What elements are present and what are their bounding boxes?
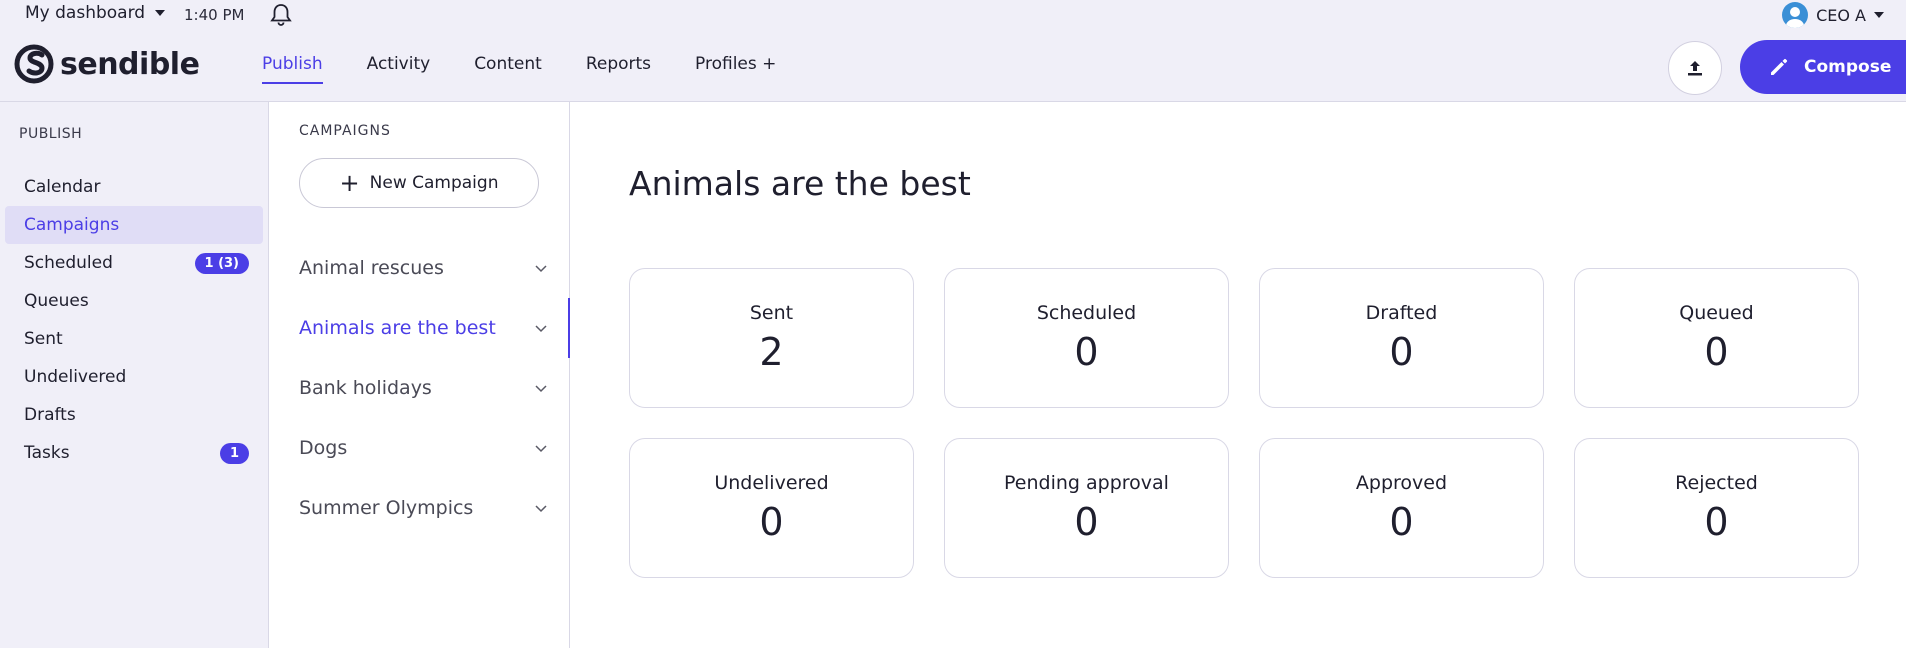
campaign-label: Dogs — [299, 437, 348, 459]
sidebar-list: Calendar Campaigns Scheduled 1 (3) Queues… — [5, 168, 263, 472]
stat-label: Sent — [749, 302, 794, 324]
sidebar-item-label: Calendar — [24, 177, 101, 197]
chevron-down-icon — [535, 265, 547, 273]
campaign-item[interactable]: Animal rescues — [269, 238, 570, 298]
dashboard-selector[interactable]: My dashboard — [25, 3, 166, 23]
new-campaign-button[interactable]: + New Campaign — [299, 158, 539, 208]
clock: 1:40 PM — [184, 6, 245, 24]
sidebar-item-queues[interactable]: Queues — [5, 282, 263, 320]
logo-text: sendible — [60, 46, 200, 82]
count-badge: 1 (3) — [194, 252, 249, 274]
page-title: Animals are the best — [629, 164, 971, 203]
logo[interactable]: sendible — [14, 44, 200, 84]
sidebar-item-scheduled[interactable]: Scheduled 1 (3) — [5, 244, 263, 282]
stat-card-pending-approval[interactable]: Pending approval 0 — [944, 438, 1229, 578]
count-badge: 1 — [219, 442, 249, 464]
chevron-down-icon — [535, 445, 547, 453]
sidebar-item-label: Queues — [24, 291, 89, 311]
stat-card-rejected[interactable]: Rejected 0 — [1574, 438, 1859, 578]
stat-value: 0 — [1074, 330, 1099, 374]
sidebar-item-label: Scheduled — [24, 253, 113, 273]
sidebar: PUBLISH Calendar Campaigns Scheduled 1 (3… — [0, 102, 269, 648]
stat-card-approved[interactable]: Approved 0 — [1259, 438, 1544, 578]
nav-content[interactable]: Content — [474, 40, 564, 92]
stat-card-queued[interactable]: Queued 0 — [1574, 268, 1859, 408]
nav-publish[interactable]: Publish — [262, 40, 345, 92]
campaign-label: Animal rescues — [299, 257, 444, 279]
campaign-label: Animals are the best — [299, 317, 496, 339]
sidebar-item-drafts[interactable]: Drafts — [5, 396, 263, 434]
campaign-item[interactable]: Summer Olympics — [269, 478, 570, 538]
sidebar-item-label: Drafts — [24, 405, 76, 425]
stat-value: 0 — [1704, 330, 1729, 374]
upload-button[interactable] — [1668, 41, 1722, 95]
main-nav: Publish Activity Content Reports Profile… — [262, 40, 820, 92]
campaign-list: Animal rescues Animals are the best Bank… — [269, 238, 571, 538]
sidebar-item-label: Sent — [24, 329, 63, 349]
sidebar-item-label: Campaigns — [24, 215, 120, 235]
stat-label: Pending approval — [1004, 472, 1169, 494]
plus-icon: + — [339, 169, 360, 197]
campaigns-heading: CAMPAIGNS — [299, 123, 391, 139]
user-menu[interactable]: CEO A — [1782, 2, 1884, 28]
sidebar-item-undelivered[interactable]: Undelivered — [5, 358, 263, 396]
stats-grid: Sent 2 Scheduled 0 Drafted 0 Queued 0 Un… — [629, 268, 1859, 578]
user-name: CEO A — [1816, 5, 1866, 25]
stat-card-drafted[interactable]: Drafted 0 — [1259, 268, 1544, 408]
upload-icon — [1688, 61, 1702, 76]
sidebar-heading: PUBLISH — [19, 126, 83, 142]
caret-down-icon — [155, 10, 166, 16]
compose-button[interactable]: Compose — [1740, 40, 1906, 94]
chevron-down-icon — [535, 505, 547, 513]
sendible-logo-icon — [14, 44, 54, 84]
stat-value: 2 — [759, 330, 784, 374]
sidebar-item-sent[interactable]: Sent — [5, 320, 263, 358]
top-bar: My dashboard 1:40 PM CEO A sendible Publ… — [0, 0, 1906, 102]
stat-value: 0 — [1704, 500, 1729, 544]
stat-label: Drafted — [1365, 302, 1438, 324]
campaign-label: Summer Olympics — [299, 497, 474, 519]
campaign-item[interactable]: Bank holidays — [269, 358, 570, 418]
stat-value: 0 — [1389, 330, 1414, 374]
campaign-item[interactable]: Animals are the best — [269, 298, 571, 358]
stat-card-undelivered[interactable]: Undelivered 0 — [629, 438, 914, 578]
nav-reports[interactable]: Reports — [586, 40, 673, 92]
main-content: Animals are the best Sent 2 Scheduled 0 … — [570, 102, 1906, 648]
utility-row: My dashboard 1:40 PM CEO A — [0, 0, 1906, 30]
caret-down-icon — [1874, 12, 1884, 18]
sidebar-item-calendar[interactable]: Calendar — [5, 168, 263, 206]
sidebar-item-tasks[interactable]: Tasks 1 — [5, 434, 263, 472]
sidebar-item-label: Tasks — [24, 443, 70, 463]
stat-value: 0 — [759, 500, 784, 544]
stat-card-scheduled[interactable]: Scheduled 0 — [944, 268, 1229, 408]
new-campaign-label: New Campaign — [369, 173, 499, 193]
chevron-down-icon — [535, 325, 547, 333]
stat-card-sent[interactable]: Sent 2 — [629, 268, 914, 408]
dashboard-label: My dashboard — [25, 3, 146, 23]
chevron-down-icon — [535, 385, 547, 393]
stat-value: 0 — [1389, 500, 1414, 544]
sidebar-item-campaigns[interactable]: Campaigns — [5, 206, 263, 244]
avatar — [1782, 2, 1809, 28]
bell-icon[interactable] — [268, 2, 294, 28]
campaign-label: Bank holidays — [299, 377, 432, 399]
pencil-icon — [1771, 58, 1788, 75]
stat-label: Approved — [1355, 472, 1448, 494]
nav-activity[interactable]: Activity — [367, 40, 453, 92]
campaigns-panel: CAMPAIGNS + New Campaign Animal rescues … — [269, 102, 571, 648]
stat-label: Rejected — [1675, 472, 1758, 494]
sidebar-item-label: Undelivered — [24, 367, 127, 387]
stat-label: Scheduled — [1036, 302, 1137, 324]
nav-profiles[interactable]: Profiles + — [695, 40, 798, 92]
stat-label: Undelivered — [714, 472, 829, 494]
campaign-item[interactable]: Dogs — [269, 418, 570, 478]
stat-value: 0 — [1074, 500, 1099, 544]
compose-label: Compose — [1804, 57, 1892, 77]
stat-label: Queued — [1679, 302, 1754, 324]
